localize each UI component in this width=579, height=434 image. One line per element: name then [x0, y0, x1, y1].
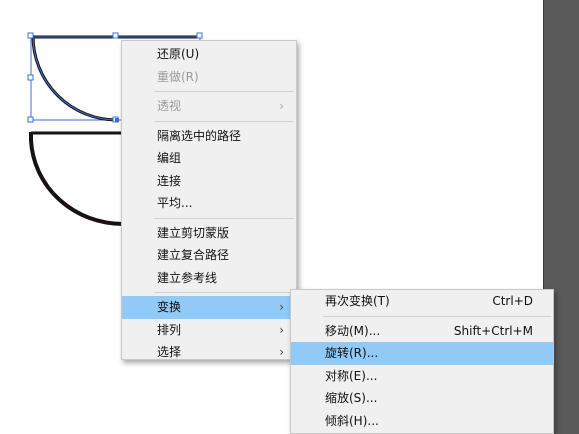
menu-item-label: 倾斜(H)... — [325, 413, 379, 428]
menu-item-label: 透视 — [157, 99, 182, 113]
menu-item-make-compound-path[interactable]: 建立复合路径 — [122, 244, 296, 267]
menu-item-scale[interactable]: 缩放(S)... — [291, 387, 553, 410]
bbox-handle-top-middle[interactable] — [112, 32, 119, 39]
chevron-right-icon: › — [279, 99, 284, 113]
anchor-point[interactable] — [115, 118, 119, 122]
bbox-handle-top-right[interactable] — [196, 32, 203, 39]
bbox-handle-middle-left[interactable] — [27, 74, 34, 81]
menu-item-arrange[interactable]: 排列 › — [122, 319, 296, 342]
menu-item-transform-again[interactable]: 再次变换(T) Ctrl+D — [291, 290, 553, 313]
menu-item-average[interactable]: 平均... — [122, 192, 296, 215]
menu-item-rotate[interactable]: 旋转(R)... — [291, 342, 553, 365]
menu-item-label: 对称(E)... — [325, 368, 378, 383]
bbox-handle-bottom-left[interactable] — [27, 116, 34, 123]
chevron-right-icon: › — [279, 300, 284, 314]
menu-separator — [154, 91, 294, 92]
menu-item-shortcut: Shift+Ctrl+M — [453, 323, 533, 338]
menu-separator — [154, 120, 294, 122]
menu-item-label: 变换 — [157, 300, 182, 314]
menu-item-reflect[interactable]: 对称(E)... — [291, 365, 553, 388]
menu-item-label: 再次变换(T) — [325, 294, 390, 308]
menu-item-perspective: 透视 › — [122, 95, 296, 118]
menu-item-label: 编组 — [157, 151, 182, 165]
menu-item-undo[interactable]: 还原(U) — [122, 43, 296, 66]
menu-item-move[interactable]: 移动(M)... Shift+Ctrl+M — [291, 320, 553, 343]
menu-item-redo: 重做(R) — [122, 66, 296, 89]
menu-item-label: 移动(M)... — [325, 323, 381, 338]
menu-item-join[interactable]: 连接 — [122, 170, 296, 193]
menu-item-label: 旋转(R)... — [325, 346, 379, 360]
menu-item-label: 选择 — [157, 345, 182, 359]
chevron-right-icon: › — [279, 322, 284, 337]
menu-separator — [154, 292, 294, 293]
chevron-right-icon: › — [279, 345, 284, 359]
menu-item-label: 建立复合路径 — [157, 248, 230, 262]
menu-item-transform[interactable]: 变换 › — [122, 296, 296, 319]
menu-item-make-guides[interactable]: 建立参考线 — [122, 267, 296, 290]
menu-item-isolate-path[interactable]: 隔离选中的路径 — [122, 125, 296, 148]
context-menu: 还原(U) 重做(R) 透视 › 隔离选中的路径 编组 连接 平均... 建立剪… — [121, 40, 297, 360]
menu-separator — [154, 217, 294, 219]
menu-item-label: 连接 — [157, 173, 182, 188]
menu-item-select[interactable]: 选择 › — [122, 341, 296, 364]
menu-item-group[interactable]: 编组 — [122, 147, 296, 170]
menu-item-shear[interactable]: 倾斜(H)... — [291, 410, 553, 433]
menu-item-label: 建立剪切蒙版 — [157, 225, 230, 240]
transform-submenu: 再次变换(T) Ctrl+D 移动(M)... Shift+Ctrl+M 旋转(… — [290, 289, 554, 434]
menu-separator — [323, 315, 551, 317]
menu-item-label: 缩放(S)... — [325, 391, 378, 405]
menu-item-label: 还原(U) — [157, 47, 200, 61]
selected-arc-path[interactable] — [31, 35, 118, 122]
menu-item-label: 排列 — [157, 322, 182, 337]
menu-item-label: 建立参考线 — [157, 270, 218, 285]
menu-item-shortcut: Ctrl+D — [492, 294, 533, 308]
menu-item-label: 隔离选中的路径 — [157, 128, 242, 143]
menu-item-label: 重做(R) — [157, 69, 199, 84]
bbox-handle-top-left[interactable] — [27, 32, 34, 39]
illustrator-canvas[interactable]: 还原(U) 重做(R) 透视 › 隔离选中的路径 编组 连接 平均... 建立剪… — [0, 0, 579, 434]
menu-item-make-clipping-mask[interactable]: 建立剪切蒙版 — [122, 222, 296, 245]
menu-item-label: 平均... — [157, 196, 193, 210]
half-circle-shape[interactable] — [29, 132, 124, 227]
